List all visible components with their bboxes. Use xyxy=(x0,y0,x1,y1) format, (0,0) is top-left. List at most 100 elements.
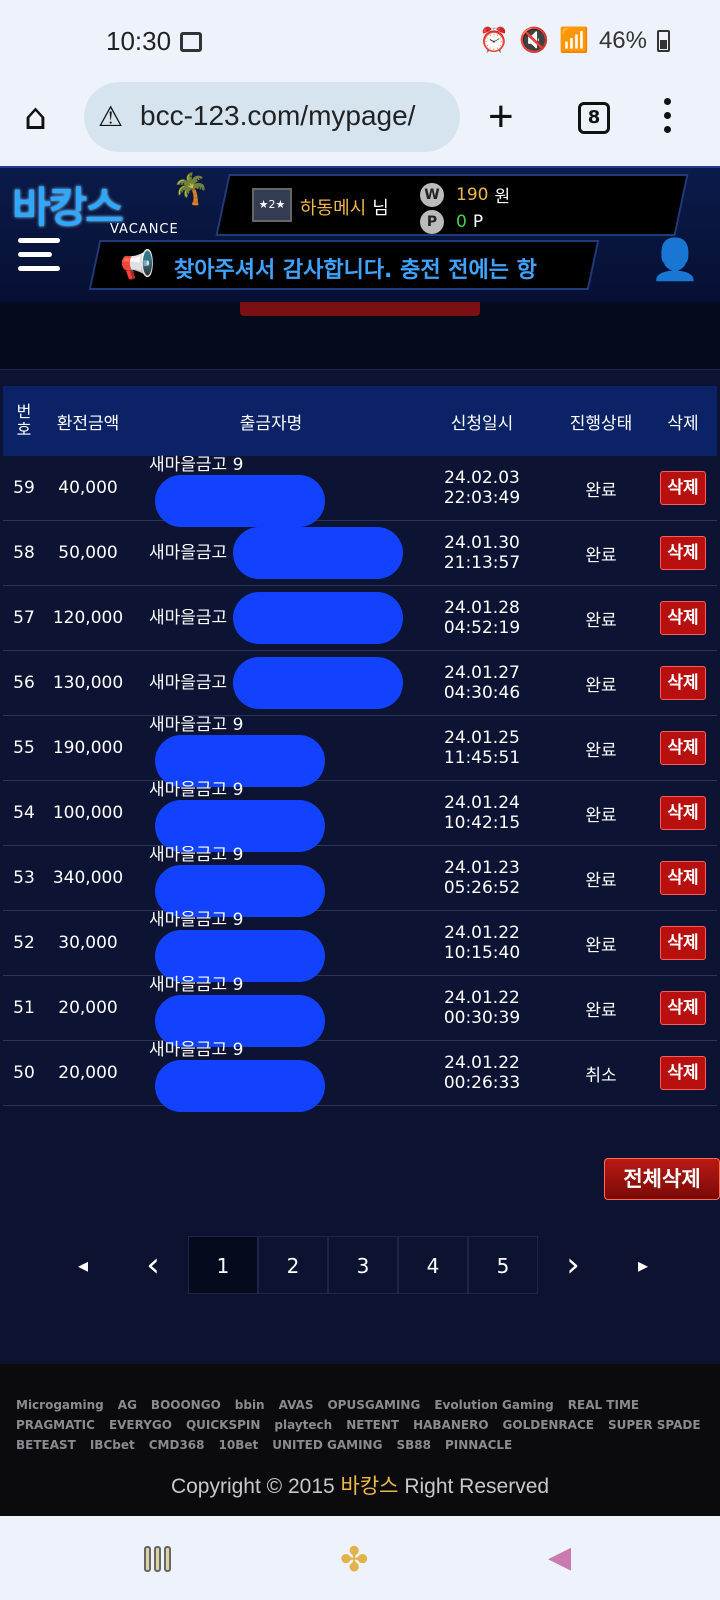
status-icons: ⏰ 🔇 📶 46% xyxy=(479,26,670,55)
row-date: 24.02.03 22:03:49 xyxy=(443,468,521,508)
last-page-button[interactable]: ▸ xyxy=(608,1236,678,1294)
logo-english: VACANCE xyxy=(110,222,179,237)
recent-apps-icon[interactable] xyxy=(144,1546,172,1572)
delete-button[interactable]: 삭제 xyxy=(660,991,706,1025)
address-bar[interactable]: ⚠ bcc-123.com/mypage/ xyxy=(84,82,460,152)
row-name: 새마을금고 xyxy=(131,592,411,644)
row-name: 새마을금고 xyxy=(131,527,411,579)
page-2[interactable]: 2 xyxy=(258,1236,328,1294)
battery-level: 46% xyxy=(598,26,647,54)
copyright: Copyright © 2015 바캉스 Right Reserved xyxy=(170,1475,550,1498)
delete-button[interactable]: 삭제 xyxy=(660,796,706,830)
table-row: 56 130,000 새마을금고 24.01.27 04:30:46 완료 삭제 xyxy=(3,651,717,716)
provider-logo: SUPER SPADE xyxy=(607,1418,701,1432)
provider-logo: Microgaming xyxy=(16,1398,104,1412)
row-amount: 50,000 xyxy=(58,543,118,563)
money-amount: 190 xyxy=(456,184,489,205)
row-no: 53 xyxy=(13,868,35,888)
row-status: 완료 xyxy=(585,675,617,696)
delete-all-button[interactable]: 전체삭제 xyxy=(604,1158,720,1200)
warning-icon[interactable]: ⚠ xyxy=(98,100,123,133)
url-text[interactable]: bcc-123.com/mypage/ xyxy=(140,100,450,132)
table-row: 57 120,000 새마을금고 24.01.28 04:52:19 완료 삭제 xyxy=(3,586,717,651)
delete-button[interactable]: 삭제 xyxy=(660,471,706,505)
provider-logo: CMD368 xyxy=(148,1438,205,1452)
provider-logo: GOLDENRACE xyxy=(502,1418,594,1432)
provider-logo: NETENT xyxy=(346,1418,400,1432)
redaction-mark xyxy=(233,657,404,709)
provider-logo: IBCbet xyxy=(89,1438,135,1452)
row-status: 완료 xyxy=(585,740,617,761)
table-row: 51 20,000 새마을금고 9 24.01.22 00:30:39 완료 삭제 xyxy=(3,975,717,1047)
row-name: 새마을금고 9 xyxy=(131,1035,411,1112)
row-date: 24.01.22 00:30:39 xyxy=(443,988,521,1028)
redaction-mark xyxy=(233,527,404,579)
page-4[interactable]: 4 xyxy=(398,1236,468,1294)
row-amount: 190,000 xyxy=(52,738,124,758)
alarm-icon: ⏰ xyxy=(479,27,510,54)
row-delete-cell: 삭제 xyxy=(649,796,717,830)
row-status: 완료 xyxy=(585,480,617,501)
user-profile-icon[interactable]: 👤 xyxy=(650,236,700,283)
header-no: 번호 xyxy=(16,402,32,439)
redaction-mark xyxy=(233,592,404,644)
provider-logo: BETEAST xyxy=(16,1438,76,1452)
hamburger-menu-icon[interactable] xyxy=(18,238,60,274)
row-status: 완료 xyxy=(585,610,617,631)
delete-button[interactable]: 삭제 xyxy=(660,861,706,895)
row-no: 56 xyxy=(13,673,35,693)
header-status: 진행상태 xyxy=(569,413,633,434)
first-page-button[interactable]: ◂ xyxy=(48,1236,118,1294)
delete-button[interactable]: 삭제 xyxy=(660,666,706,700)
provider-logo: PRAGMATIC xyxy=(16,1418,95,1432)
mute-icon: 🔇 xyxy=(519,27,550,54)
delete-button[interactable]: 삭제 xyxy=(660,536,706,570)
redaction-mark xyxy=(155,1059,325,1112)
browser-toolbar: ⌂ ⚠ bcc-123.com/mypage/ + 8 xyxy=(0,80,720,166)
provider-logo: Evolution Gaming xyxy=(434,1398,554,1412)
row-amount: 30,000 xyxy=(58,933,118,953)
delete-button[interactable]: 삭제 xyxy=(660,731,706,765)
header-amount: 환전금액 xyxy=(56,413,120,434)
page-1[interactable]: 1 xyxy=(188,1236,258,1294)
prev-page-button[interactable]: ‹ xyxy=(118,1236,188,1294)
provider-logo: HABANERO xyxy=(413,1418,489,1432)
page-3[interactable]: 3 xyxy=(328,1236,398,1294)
tab-switcher-button[interactable]: 8 xyxy=(578,102,610,134)
table-row: 50 20,000 새마을금고 9 24.01.22 00:26:33 취소 삭제 xyxy=(3,1040,717,1112)
page-5[interactable]: 5 xyxy=(468,1236,538,1294)
new-tab-button[interactable]: + xyxy=(488,92,514,142)
image-icon xyxy=(180,32,202,52)
delete-button[interactable]: 삭제 xyxy=(660,1056,706,1090)
next-page-button[interactable]: › xyxy=(538,1236,608,1294)
row-status: 완료 xyxy=(585,1000,617,1021)
row-no: 54 xyxy=(13,803,35,823)
row-delete-cell: 삭제 xyxy=(649,666,717,700)
clock: 10:30 xyxy=(106,26,172,56)
table-row: 58 50,000 새마을금고 24.01.30 21:13:57 완료 삭제 xyxy=(3,521,717,586)
row-delete-cell: 삭제 xyxy=(649,861,717,895)
withdrawal-history-table: 번호 환전금액 출금자명 신청일시 진행상태 삭제 59 40,000 새마을금고 … xyxy=(3,386,717,1112)
more-menu-icon[interactable] xyxy=(664,98,672,136)
delete-button[interactable]: 삭제 xyxy=(660,601,706,635)
home-icon[interactable]: ⌂ xyxy=(24,100,60,136)
row-amount: 40,000 xyxy=(58,478,118,498)
row-date: 24.01.23 05:26:52 xyxy=(443,858,521,898)
row-delete-cell: 삭제 xyxy=(649,536,717,570)
back-nav-icon[interactable]: ◀ xyxy=(548,1540,571,1575)
delete-button[interactable]: 삭제 xyxy=(660,926,706,960)
megaphone-icon: 📢 xyxy=(120,248,155,281)
row-date: 24.01.28 04:52:19 xyxy=(443,598,521,638)
provider-logo: EVERYGO xyxy=(108,1418,172,1432)
table-row: 53 340,000 새마을금고 9 24.01.23 05:26:52 완료 삭제 xyxy=(3,845,717,917)
provider-logo: OPUSGAMING xyxy=(327,1398,421,1412)
copyright-brand: 바캉스 xyxy=(340,1475,399,1498)
rank-badge: ★2★ xyxy=(252,188,292,222)
home-nav-icon[interactable]: ✤ xyxy=(340,1540,369,1580)
redaction-mark xyxy=(155,474,325,527)
provider-logo: 10Bet xyxy=(218,1438,259,1452)
row-no: 51 xyxy=(13,998,35,1018)
provider-logo: UNITED GAMING xyxy=(272,1438,383,1452)
row-amount: 120,000 xyxy=(52,608,124,628)
provider-logo: AG xyxy=(117,1398,137,1412)
